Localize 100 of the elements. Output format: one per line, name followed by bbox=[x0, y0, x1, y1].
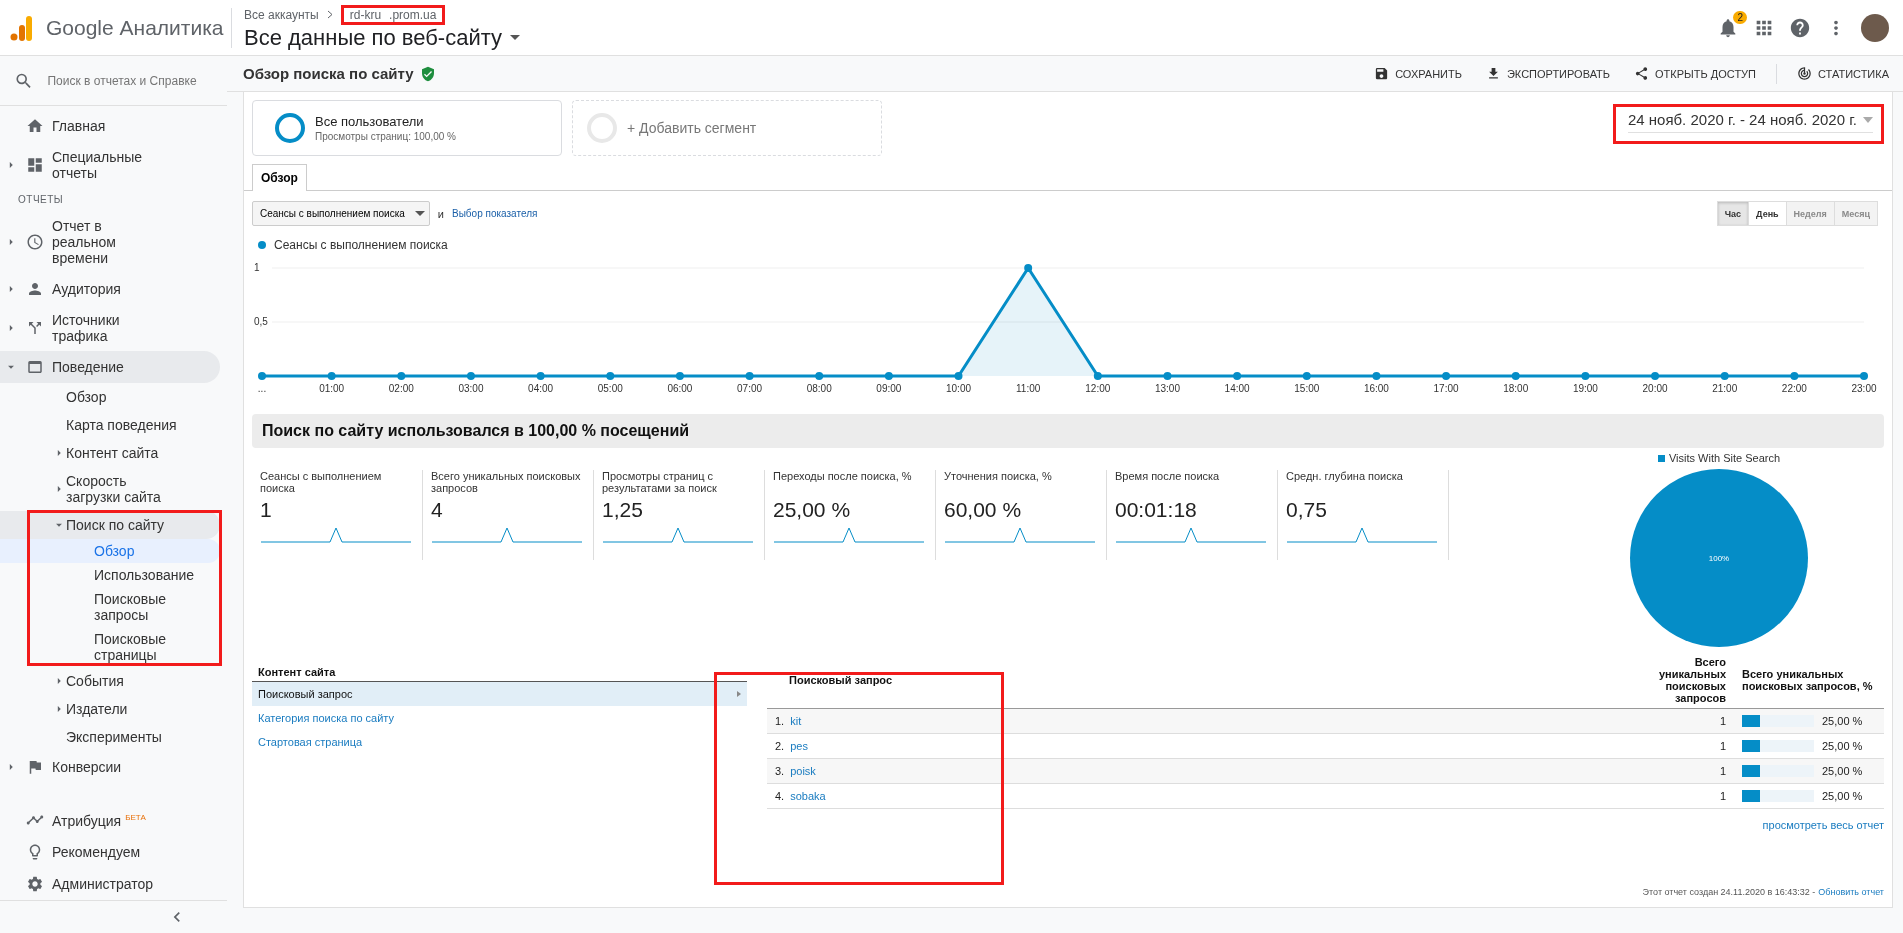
data-point bbox=[1651, 372, 1660, 380]
breadcrumb-link[interactable]: .prom.ua bbox=[389, 7, 437, 22]
metric-picker-link[interactable]: Выбор показателя bbox=[452, 208, 538, 219]
query-link[interactable]: sobaka bbox=[790, 790, 826, 802]
sidebar-item[interactable]: Источники трафика bbox=[0, 305, 220, 351]
segment-ring-icon bbox=[275, 113, 305, 143]
sidebar-item[interactable]: Издатели bbox=[0, 695, 220, 723]
sidebar-item[interactable]: Рекомендуем bbox=[0, 836, 220, 868]
refresh-link[interactable]: Обновить отчет bbox=[1818, 887, 1884, 897]
dimension-option[interactable]: Поисковый запрос bbox=[252, 682, 747, 706]
axis-label: 03:00 bbox=[458, 383, 484, 394]
avatar[interactable] bbox=[1861, 13, 1889, 42]
caret-icon bbox=[510, 35, 521, 40]
column-header: Всего уникальных поисковых запросов, % bbox=[1734, 652, 1884, 709]
notification-count: 2 bbox=[1733, 10, 1747, 24]
metric-label: Сеансы с выполнением поиска bbox=[260, 470, 383, 496]
sidebar-item[interactable]: События bbox=[0, 667, 220, 695]
insights-icon bbox=[1797, 66, 1812, 81]
table-cell: 25,00 % bbox=[1822, 790, 1863, 802]
legend-label: Visits With Site Search bbox=[1668, 452, 1781, 464]
segment-label: + Добавить сегмент bbox=[627, 120, 757, 136]
column-header: Всего уникальных поисковых запросов bbox=[1650, 652, 1734, 709]
data-point bbox=[745, 372, 754, 380]
report-timestamp: Этот отчет создан 24.11.2020 в 16:43:32 - bbox=[1642, 887, 1816, 897]
sidebar-item[interactable]: Поисковые запросы bbox=[0, 587, 220, 627]
sidebar-item[interactable]: Обзор bbox=[0, 539, 220, 563]
sidebar-item[interactable]: Контент сайта bbox=[0, 439, 220, 467]
sidebar-item[interactable]: Поиск по сайту bbox=[0, 511, 220, 539]
metric-label: Просмотры страниц с результатами за поиск bbox=[602, 470, 718, 496]
segment-card[interactable]: + Добавить сегмент bbox=[572, 100, 882, 156]
granularity-button[interactable]: День bbox=[1748, 201, 1787, 226]
sidebar-item[interactable]: Конверсии bbox=[0, 751, 220, 783]
row-index: 4. bbox=[775, 790, 785, 802]
row-index: 3. bbox=[775, 765, 785, 777]
data-point bbox=[1093, 372, 1102, 380]
axis-label: 19:00 bbox=[1572, 383, 1598, 394]
sidebar-item[interactable]: Администратор bbox=[0, 868, 220, 900]
axis-label: 04:00 bbox=[528, 383, 554, 394]
dimension-option[interactable]: Стартовая страница bbox=[252, 730, 747, 754]
metric-label: Средн. глубина поиска bbox=[1286, 470, 1404, 484]
sidebar-item[interactable]: Обзор bbox=[0, 383, 220, 411]
tab[interactable]: Обзор bbox=[252, 164, 307, 191]
sidebar-item[interactable]: Специальные отчеты bbox=[0, 142, 220, 188]
data-point bbox=[258, 372, 266, 380]
clock-icon bbox=[26, 233, 44, 251]
data-point bbox=[327, 372, 336, 380]
metric-dropdown[interactable]: Сеансы с выполнением поиска bbox=[252, 201, 430, 226]
split-arrow-icon bbox=[26, 319, 44, 337]
sidebar-item[interactable]: Аудитория bbox=[0, 273, 220, 305]
dimension-option[interactable]: Категория поиска по сайту bbox=[252, 706, 747, 730]
query-link[interactable]: pes bbox=[790, 740, 808, 752]
bar-chart-logo-icon bbox=[10, 14, 32, 41]
column-header: Поисковый запрос bbox=[767, 652, 1651, 709]
toolbar-button[interactable]: ЭКСПОРТИРОВАТЬ bbox=[1481, 66, 1615, 81]
breadcrumb-link[interactable]: rd-kru bbox=[349, 7, 382, 22]
axis-label: 10:00 bbox=[946, 383, 972, 394]
data-point bbox=[1720, 372, 1729, 380]
sidebar-item[interactable]: Поисковые страницы bbox=[0, 627, 220, 667]
metric-value: 1,25 bbox=[602, 498, 644, 522]
table-cell: 25,00 % bbox=[1822, 715, 1863, 727]
data-point bbox=[884, 372, 893, 380]
metric-value: 4 bbox=[431, 498, 444, 522]
search-field[interactable]: Поиск в отчетах и Справке bbox=[47, 73, 215, 88]
legend-square bbox=[1657, 454, 1665, 462]
granularity-button[interactable]: Час bbox=[1716, 201, 1750, 226]
summary-heading: Поиск по сайту использовался в 100,00 % посещений bbox=[252, 414, 1884, 448]
table-cell: 25,00 % bbox=[1822, 765, 1863, 777]
toolbar-button[interactable]: СОХРАНИТЬ bbox=[1370, 66, 1466, 81]
breadcrumb-link[interactable]: Все аккаунты bbox=[244, 7, 319, 22]
sidebar-item[interactable]: Использование bbox=[0, 563, 220, 587]
axis-label: 11:00 bbox=[1016, 383, 1041, 394]
metric-value: 1 bbox=[260, 498, 273, 522]
date-range-picker[interactable]: 24 нояб. 2020 г. - 24 нояб. 2020 г. bbox=[1627, 111, 1873, 133]
table-cell: 1 bbox=[1650, 708, 1734, 734]
sidebar-item[interactable]: Поведение bbox=[0, 351, 220, 383]
sidebar-item[interactable]: Главная bbox=[0, 110, 220, 142]
sidebar-item[interactable]: Скорость загрузки сайта bbox=[0, 467, 220, 511]
query-link[interactable]: kit bbox=[790, 715, 802, 727]
sidebar-item[interactable]: Атрибуция $^{БЕТА}$ bbox=[0, 803, 220, 836]
axis-label: 05:00 bbox=[597, 383, 623, 394]
legend-label: Сеансы с выполнением поиска bbox=[274, 238, 448, 252]
save-icon bbox=[1374, 66, 1390, 81]
query-link[interactable]: poisk bbox=[790, 765, 816, 777]
beta-label: БЕТА bbox=[125, 813, 146, 823]
axis-label: 02:00 bbox=[388, 383, 414, 394]
sidebar-item[interactable]: Карта поведения bbox=[0, 411, 220, 439]
view-report-link[interactable]: просмотреть весь отчет bbox=[1762, 819, 1884, 831]
view-selector[interactable]: Все данные по веб-сайту bbox=[244, 24, 521, 51]
sidebar-item[interactable]: Эксперименты bbox=[0, 723, 220, 751]
axis-label: 14:00 bbox=[1224, 383, 1250, 394]
data-point bbox=[675, 372, 684, 380]
section-title: ОТЧЕТЫ bbox=[17, 193, 65, 207]
share-icon bbox=[1634, 66, 1650, 81]
help-icon[interactable] bbox=[1789, 16, 1811, 39]
sidebar-item[interactable]: Отчет в реальном времени bbox=[0, 211, 220, 273]
toolbar-button[interactable]: СТАТИСТИКА bbox=[1793, 66, 1893, 81]
axis-label: 21:00 bbox=[1712, 383, 1738, 394]
toolbar-button[interactable]: ОТКРЫТЬ ДОСТУП bbox=[1630, 66, 1760, 81]
table-cell: 1 bbox=[1650, 758, 1734, 784]
segment-card[interactable]: Все пользователи Просмотры страниц: 100,00 % bbox=[252, 100, 562, 156]
